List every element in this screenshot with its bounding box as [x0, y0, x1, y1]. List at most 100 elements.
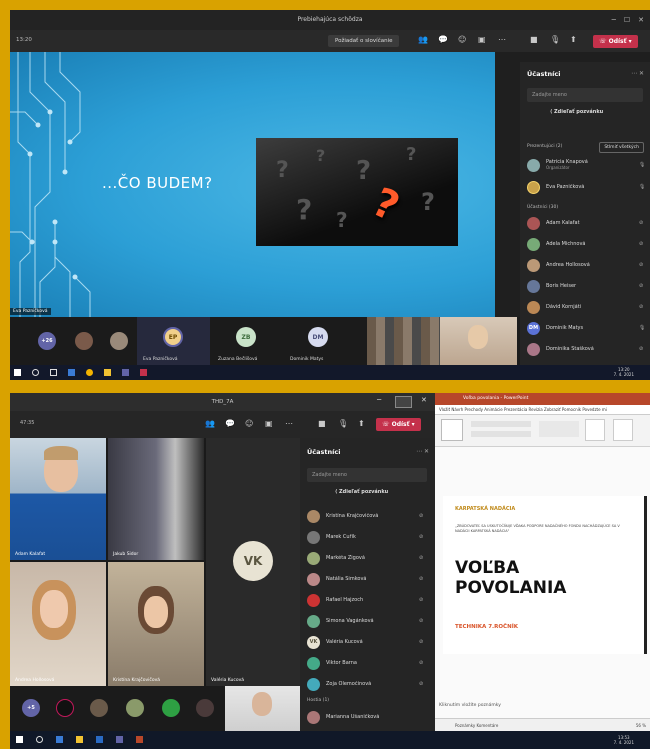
minimize-icon[interactable]: ─	[377, 396, 381, 404]
app-icon[interactable]	[140, 369, 147, 376]
video-tile[interactable]: Andrea Hollosová	[10, 562, 106, 686]
mic-icon[interactable]: 🎙	[550, 35, 560, 44]
share-icon[interactable]: ⬆	[570, 35, 577, 44]
paragraph-controls[interactable]	[539, 421, 579, 437]
participant-row[interactable]: Viktor Barna ⊘	[307, 656, 427, 670]
avatar[interactable]	[75, 332, 93, 350]
slide-canvas[interactable]: KARPATSKÁ NADÁCIA „ZBÚDOVATEĽ SA USKUTOČ…	[443, 496, 647, 654]
zoom-level[interactable]: 56 %	[636, 719, 646, 731]
more-icon[interactable]: ⋯	[498, 35, 506, 44]
task-view-icon[interactable]	[50, 369, 57, 376]
panel-close-icon[interactable]: ⋯ ✕	[416, 448, 429, 455]
reactions-icon[interactable]: ☺	[458, 35, 466, 44]
shapes-icon[interactable]	[585, 419, 605, 441]
rooms-icon[interactable]: ▣	[478, 35, 486, 44]
camera-icon[interactable]: ■	[530, 35, 538, 44]
participants-icon[interactable]: 👥	[418, 35, 428, 44]
avatar[interactable]	[56, 699, 74, 717]
avatar[interactable]	[162, 699, 180, 717]
avatar[interactable]	[90, 699, 108, 717]
mic-icon[interactable]: 🎙	[338, 419, 348, 428]
video-gallery-tile[interactable]	[367, 317, 440, 365]
participant-row[interactable]: Rafael Hajzoch ⊘	[307, 593, 427, 607]
word-icon[interactable]	[96, 736, 103, 743]
chat-icon[interactable]: 💬	[225, 419, 235, 428]
search-icon[interactable]	[32, 369, 39, 376]
avatar[interactable]	[126, 699, 144, 717]
reactions-icon[interactable]: ☺	[245, 419, 253, 428]
camera-icon[interactable]: ■	[318, 419, 326, 428]
font-controls[interactable]	[471, 421, 531, 427]
start-icon[interactable]	[14, 369, 21, 376]
folder-icon[interactable]	[104, 369, 111, 376]
more-icon[interactable]: ⋯	[285, 419, 293, 428]
participant-row[interactable]: Dominika Stašková ⊘	[527, 342, 647, 356]
participant-row[interactable]: Markéta Žigová ⊘	[307, 551, 427, 565]
close-icon[interactable]: ✕	[638, 16, 644, 24]
powerpoint-icon[interactable]	[136, 736, 143, 743]
participant-row[interactable]: Adam Kalafat ⊘	[527, 216, 647, 230]
participant-row[interactable]: Marianna Ušaničková	[307, 710, 427, 724]
video-tile[interactable]: Adam Kalafat	[10, 438, 106, 560]
attendees-header[interactable]: Účastníci (30)	[527, 205, 558, 210]
search-input[interactable]: Zadajte meno	[527, 88, 643, 102]
avatar[interactable]	[196, 699, 214, 717]
video-tile[interactable]: DM Dominik Matys	[282, 317, 354, 365]
editing-icon[interactable]	[613, 419, 633, 441]
mail-icon[interactable]	[68, 369, 75, 376]
participant-row[interactable]: Marek Čuřík ⊘	[307, 530, 427, 544]
video-tile[interactable]	[440, 317, 517, 365]
teams-icon[interactable]	[116, 736, 123, 743]
folder-icon[interactable]	[76, 736, 83, 743]
video-tile[interactable]: EP Eva Pazničková	[137, 317, 210, 365]
participant-row[interactable]: Patrícia Knapová Organizátor 🎙	[527, 158, 647, 172]
video-tile[interactable]	[225, 686, 300, 731]
notes-placeholder[interactable]: Kliknutím vložíte poznámky	[439, 703, 501, 708]
participant-row[interactable]: Boris Heiser ⊘	[527, 279, 647, 293]
guests-header[interactable]: Hostia (1)	[307, 698, 329, 703]
participant-row[interactable]: Andrea Hollosová ⊘	[527, 258, 647, 272]
participant-row[interactable]: Kristína Krajčovičová ⊘	[307, 509, 427, 523]
leave-button[interactable]: ☏ Odísť ▾	[593, 35, 638, 48]
leave-button[interactable]: ☏ Odísť ▾	[376, 418, 421, 431]
avatar[interactable]	[110, 332, 128, 350]
more-participants-badge[interactable]: +26	[38, 332, 56, 350]
video-tile[interactable]: ZB Zuzana Bečlišová	[210, 317, 282, 365]
close-icon[interactable]: ✕	[421, 396, 427, 404]
chrome-icon[interactable]	[86, 369, 93, 376]
panel-close-icon[interactable]: ⋯ ✕	[631, 70, 644, 77]
format-controls[interactable]	[471, 431, 531, 437]
participant-row[interactable]: VK Valéria Kucová ⊘	[307, 635, 427, 649]
participant-row[interactable]: Simona Vagánková ⊘	[307, 614, 427, 628]
participant-row[interactable]: Eva Pazničková 🎙	[527, 180, 647, 194]
edge-icon[interactable]	[56, 736, 63, 743]
share-icon[interactable]: ⬆	[358, 419, 365, 428]
video-tile[interactable]: Kristína Krajčovičová	[108, 562, 204, 686]
more-participants-badge[interactable]: +5	[22, 699, 40, 717]
video-tile[interactable]: VK Valéria Kucová	[206, 438, 300, 686]
participant-row[interactable]: DM Dominik Matys 🎙	[527, 321, 647, 335]
maximize-icon[interactable]	[395, 396, 412, 408]
raise-hand-button[interactable]: Požiadať o slovíčanie	[328, 35, 400, 47]
participants-icon[interactable]: 👥	[205, 419, 215, 428]
presenters-header[interactable]: Prezentujúci (2)	[527, 144, 562, 149]
mute-all-button[interactable]: Stlmiť všetkých	[599, 142, 644, 153]
participant-row[interactable]: Natália Šimková ⊘	[307, 572, 427, 586]
share-invite-button[interactable]: ⟨ Zdieľať pozvánku	[550, 109, 603, 115]
search-input[interactable]: Zadajte meno	[307, 468, 427, 482]
participant-row[interactable]: Adela Michnová ⊘	[527, 237, 647, 251]
start-icon[interactable]	[16, 736, 23, 743]
rooms-icon[interactable]: ▣	[265, 419, 273, 428]
minimize-icon[interactable]: ─	[612, 16, 616, 24]
video-tile[interactable]: Jakub Sidor	[108, 438, 204, 560]
status-label[interactable]: Poznámky Komentáre	[455, 723, 498, 728]
maximize-icon[interactable]: ☐	[624, 16, 630, 24]
participant-row[interactable]: Zoja Olemočinová ⊘	[307, 677, 427, 691]
chat-icon[interactable]: 💬	[438, 35, 448, 44]
search-icon[interactable]	[36, 736, 43, 743]
teams-icon[interactable]	[122, 369, 129, 376]
share-invite-button[interactable]: ⟨ Zdieľať pozvánku	[335, 489, 388, 495]
ribbon-tabs[interactable]: Vložiť Návrh Prechody Animácie Prezentác…	[435, 405, 650, 415]
participant-row[interactable]: Dávid Kornjáti ⊘	[527, 300, 647, 314]
paste-icon[interactable]	[441, 419, 463, 441]
